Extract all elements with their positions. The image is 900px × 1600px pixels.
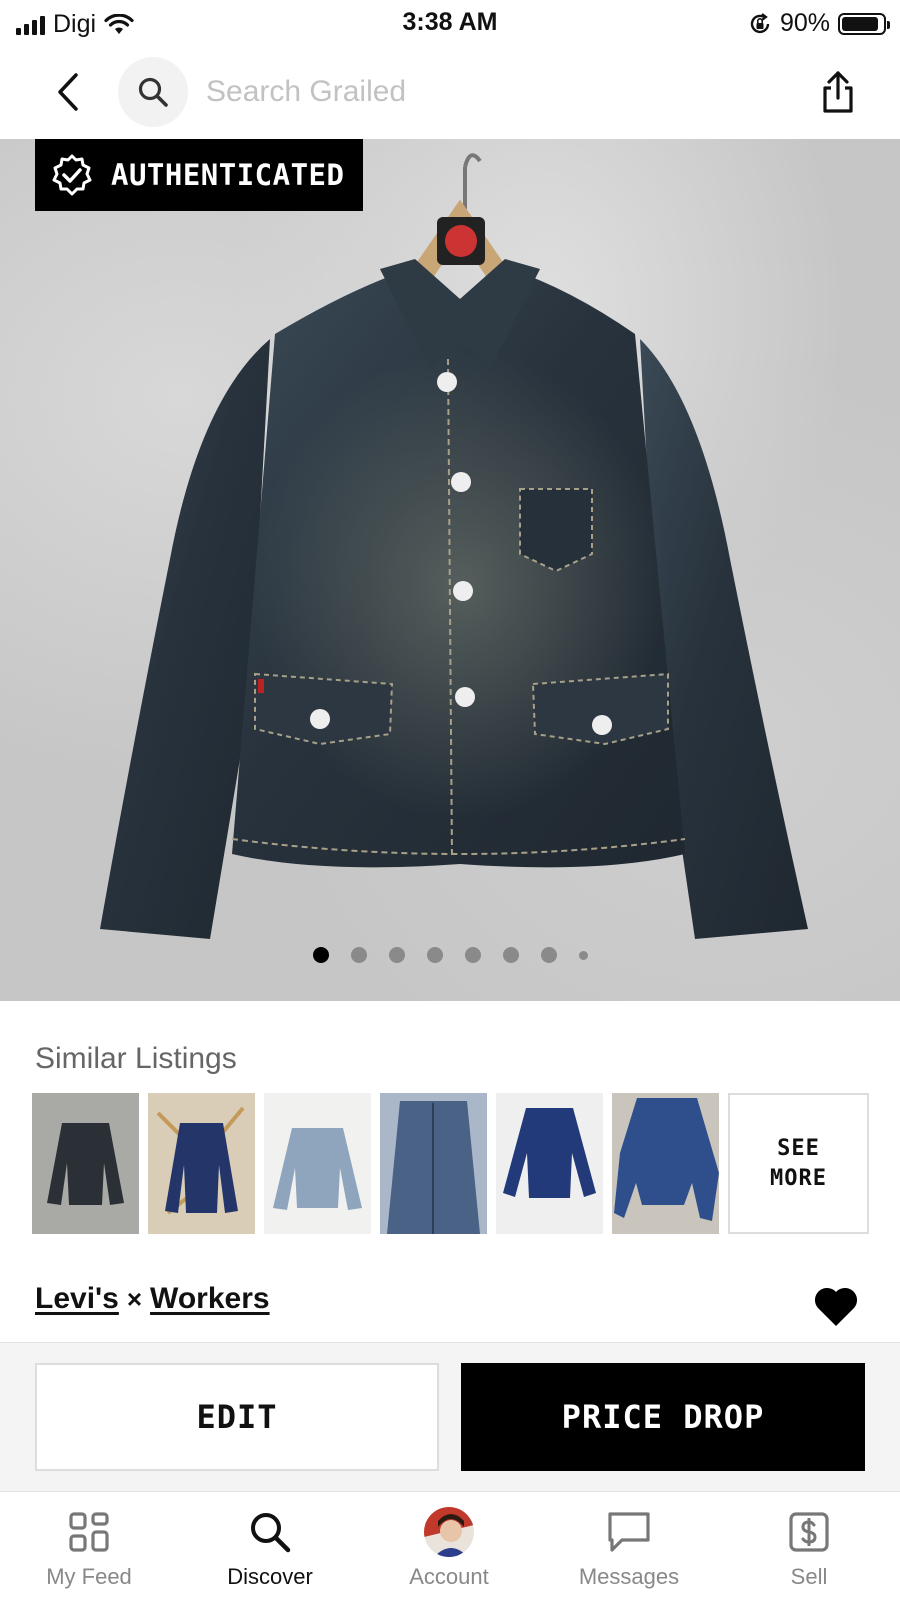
jacket-thumbnail (32, 1093, 139, 1234)
status-right: 90% (748, 9, 890, 38)
tab-discover[interactable]: Discover (195, 1506, 345, 1590)
jacket-thumbnail (264, 1093, 371, 1234)
battery-icon (838, 12, 890, 35)
search-input[interactable] (206, 75, 706, 109)
carousel-dot[interactable] (312, 947, 329, 963)
authenticated-badge: AUTHENTICATED (35, 139, 363, 211)
tab-my-feed[interactable]: My Feed (14, 1506, 164, 1590)
listing-photo-carousel[interactable]: AUTHENTICATED (0, 139, 900, 1001)
chevron-left-icon (58, 73, 78, 111)
carousel-dot[interactable] (540, 947, 557, 963)
jacket-thumbnail (496, 1093, 603, 1234)
price-drop-button[interactable]: PRICE DROP (461, 1363, 865, 1471)
carousel-dot[interactable] (426, 947, 443, 963)
search-button[interactable] (118, 57, 188, 127)
tab-messages[interactable]: Messages (554, 1506, 704, 1590)
edit-button[interactable]: EDIT (35, 1363, 439, 1471)
search-icon (138, 77, 168, 107)
back-button[interactable] (48, 66, 88, 118)
carousel-dot[interactable] (502, 947, 519, 963)
jacket-thumbnail (380, 1093, 487, 1234)
verified-badge-icon (52, 154, 92, 196)
designer-link-levis[interactable]: Levi's (35, 1282, 119, 1316)
collab-separator: × (126, 1283, 143, 1314)
similar-listing-thumb[interactable] (380, 1093, 487, 1234)
chat-bubble-icon (608, 1512, 650, 1552)
bottom-tab-bar: My Feed Discover Account Messages Sell (0, 1494, 900, 1600)
jacket-photo (100, 153, 808, 939)
heart-icon (814, 1287, 858, 1326)
search-bar[interactable] (118, 57, 758, 127)
similar-listing-thumb[interactable] (496, 1093, 603, 1234)
share-button[interactable] (816, 66, 860, 118)
tab-label: Messages (578, 1564, 680, 1589)
jacket-thumbnail (612, 1093, 719, 1234)
designer-link-workers[interactable]: Workers (150, 1282, 270, 1316)
feed-grid-icon (69, 1512, 109, 1552)
similar-listings-row: SEE MORE (32, 1093, 869, 1234)
tab-label: My Feed (46, 1564, 132, 1589)
carousel-dot[interactable] (578, 950, 588, 960)
tab-account[interactable]: Account (374, 1506, 524, 1590)
tab-label: Sell (790, 1564, 828, 1589)
avatar (424, 1507, 474, 1557)
carousel-dots[interactable] (0, 947, 900, 963)
listing-action-bar: EDIT PRICE DROP (0, 1342, 900, 1492)
similar-listings-title: Similar Listings (35, 1042, 237, 1075)
dollar-tag-icon (789, 1512, 829, 1552)
similar-listing-thumb[interactable] (264, 1093, 371, 1234)
top-nav (0, 52, 900, 138)
share-icon (823, 71, 853, 113)
tab-label: Discover (227, 1564, 313, 1589)
tab-sell[interactable]: Sell (734, 1506, 884, 1590)
carousel-dot[interactable] (464, 947, 481, 963)
battery-percent: 90% (779, 9, 830, 37)
similar-listing-thumb[interactable] (32, 1093, 139, 1234)
status-bar: Digi 3:38 AM 90% (0, 0, 900, 48)
tab-label: Account (409, 1564, 489, 1589)
similar-listing-thumb[interactable] (612, 1093, 719, 1234)
carousel-dot[interactable] (388, 947, 405, 963)
authenticated-label: AUTHENTICATED (111, 158, 345, 192)
similar-listing-thumb[interactable] (148, 1093, 255, 1234)
orientation-lock-icon (750, 12, 770, 33)
designer-row: Levi's × Workers (35, 1282, 270, 1316)
favorite-button[interactable] (812, 1284, 860, 1328)
search-icon (251, 1513, 291, 1553)
see-more-button[interactable]: SEE MORE (728, 1093, 869, 1234)
carousel-dot[interactable] (350, 947, 367, 963)
jacket-thumbnail (148, 1093, 255, 1234)
